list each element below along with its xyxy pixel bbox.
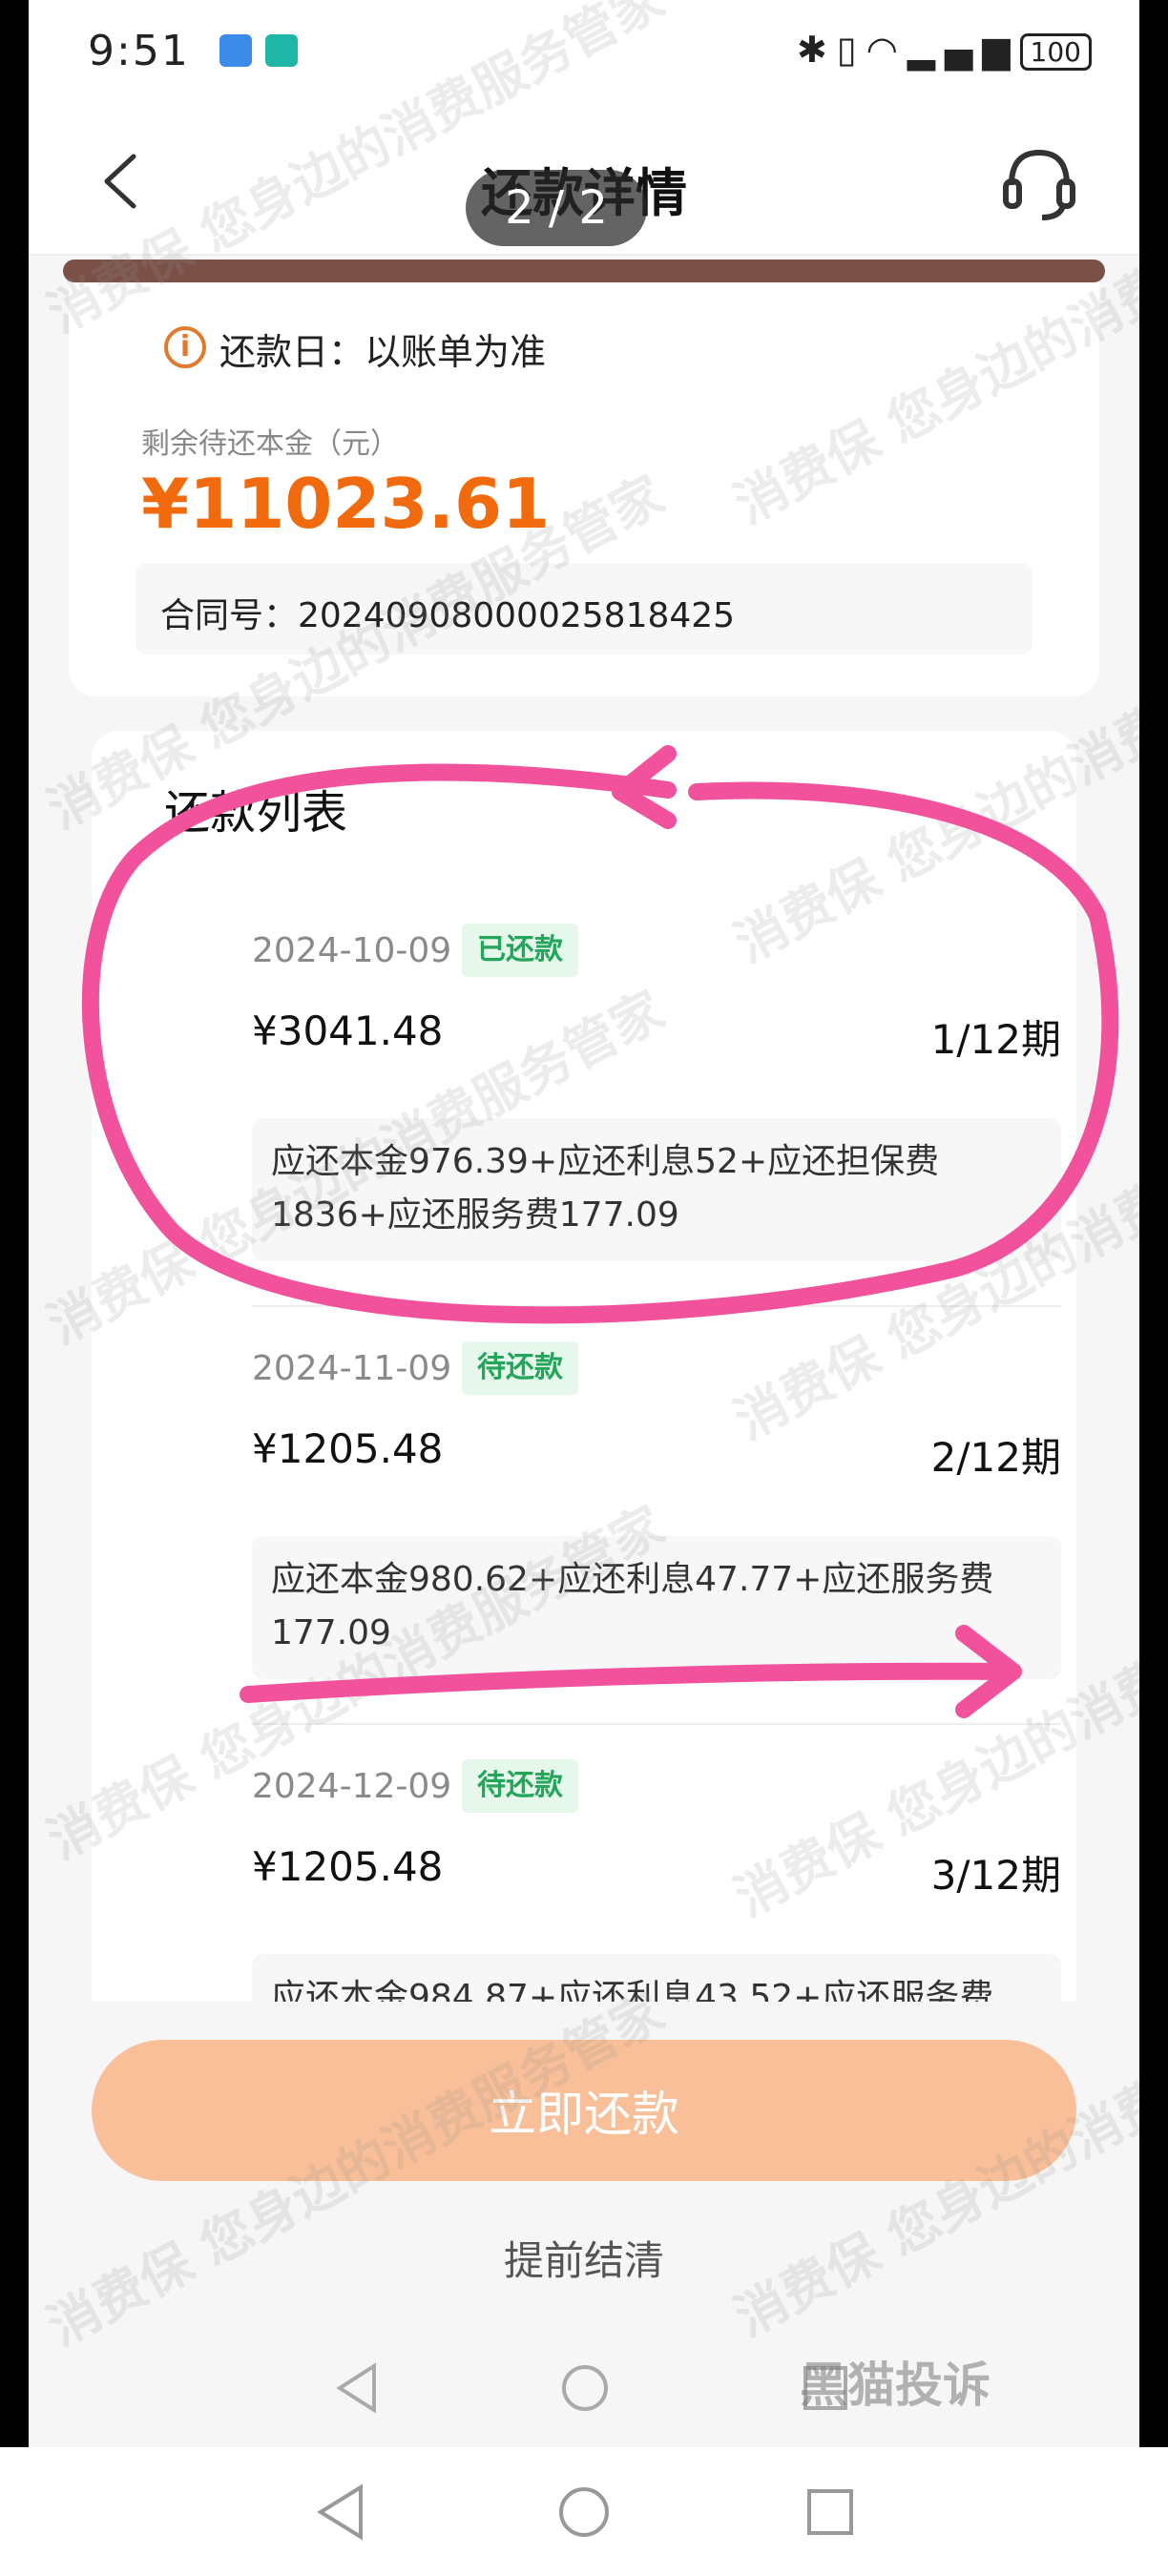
card-top-bar	[63, 260, 1105, 282]
status-badge: 待还款	[462, 1341, 578, 1395]
signal-icon: ▂▄▆	[907, 29, 1020, 71]
system-recents-icon[interactable]	[792, 2474, 868, 2550]
system-home-icon[interactable]	[546, 2474, 622, 2550]
contract-box: 合同号：20240908000025818425	[136, 563, 1032, 654]
item-amount: ¥1205.48	[252, 1425, 444, 1472]
back-triangle-icon[interactable]	[324, 2355, 391, 2421]
customer-service-button[interactable]	[996, 139, 1082, 225]
repayment-list-card: 还款列表 2024-10-09 已还款 ¥3041.48 1/12期 应还本金9…	[92, 731, 1076, 2097]
remain-principal-amount: ¥11023.61	[141, 464, 551, 544]
item-amount: ¥1205.48	[252, 1843, 444, 1890]
image-pager-badge: 2 / 2	[466, 170, 647, 246]
system-back-icon[interactable]	[303, 2474, 380, 2550]
system-navigation-bar	[0, 2447, 1168, 2576]
brand-watermark: 黑猫投诉	[800, 2358, 991, 2413]
list-item[interactable]: 2024-11-09 待还款 ¥1205.48 2/12期 应还本金980.62…	[92, 1341, 1076, 1765]
headset-icon	[1003, 149, 1075, 220]
item-amount: ¥3041.48	[252, 1008, 444, 1054]
item-period: 1/12期	[930, 1016, 1061, 1063]
item-detail: 应还本金980.62+应还利息47.77+应还服务费177.09	[252, 1536, 1061, 1679]
vibrate-icon: ▯	[836, 29, 866, 71]
boss-app-icon	[265, 34, 298, 67]
list-title: 还款列表	[164, 786, 348, 840]
remain-principal-label: 剩余待还本金（元）	[141, 427, 399, 461]
calendar-app-icon	[219, 34, 252, 67]
item-date: 2024-12-09	[252, 1767, 452, 1806]
status-time: 9:51	[88, 27, 190, 75]
item-detail: 应还本金976.39+应还利息52+应还担保费1836+应还服务费177.09	[252, 1118, 1061, 1261]
divider	[252, 1305, 1061, 1307]
phone-screen: 9:51 ✱▯◠▂▄▆100 还款详情 i 还款日：以账单为准 剩余待还本金（元…	[29, 0, 1139, 2447]
status-badge: 已还款	[462, 924, 578, 977]
item-period: 3/12期	[930, 1852, 1061, 1899]
item-period: 2/12期	[930, 1434, 1061, 1481]
status-icons: ✱▯◠▂▄▆ 100	[797, 29, 1092, 71]
wifi-icon: ◠	[866, 29, 907, 71]
status-badge: 待还款	[462, 1759, 578, 1813]
contract-number: 合同号：20240908000025818425	[160, 596, 736, 635]
bluetooth-icon: ✱	[796, 29, 837, 71]
item-date: 2024-11-09	[252, 1349, 452, 1388]
battery-icon: 100	[1019, 33, 1092, 71]
item-date: 2024-10-09	[252, 931, 452, 970]
home-circle-icon[interactable]	[552, 2355, 618, 2421]
status-bar: 9:51 ✱▯◠▂▄▆ 100	[29, 0, 1139, 114]
divider	[252, 1723, 1061, 1725]
summary-card: i 还款日：以账单为准 剩余待还本金（元） ¥11023.61 合同号：2024…	[69, 277, 1099, 696]
list-item[interactable]: 2024-10-09 已还款 ¥3041.48 1/12期 应还本金976.39…	[92, 924, 1076, 1347]
repay-now-button[interactable]: 立即还款	[92, 2040, 1076, 2181]
info-icon: i	[164, 326, 206, 368]
settle-early-link[interactable]: 提前结清	[29, 2229, 1139, 2287]
due-day-text: 还款日：以账单为准	[219, 331, 547, 373]
